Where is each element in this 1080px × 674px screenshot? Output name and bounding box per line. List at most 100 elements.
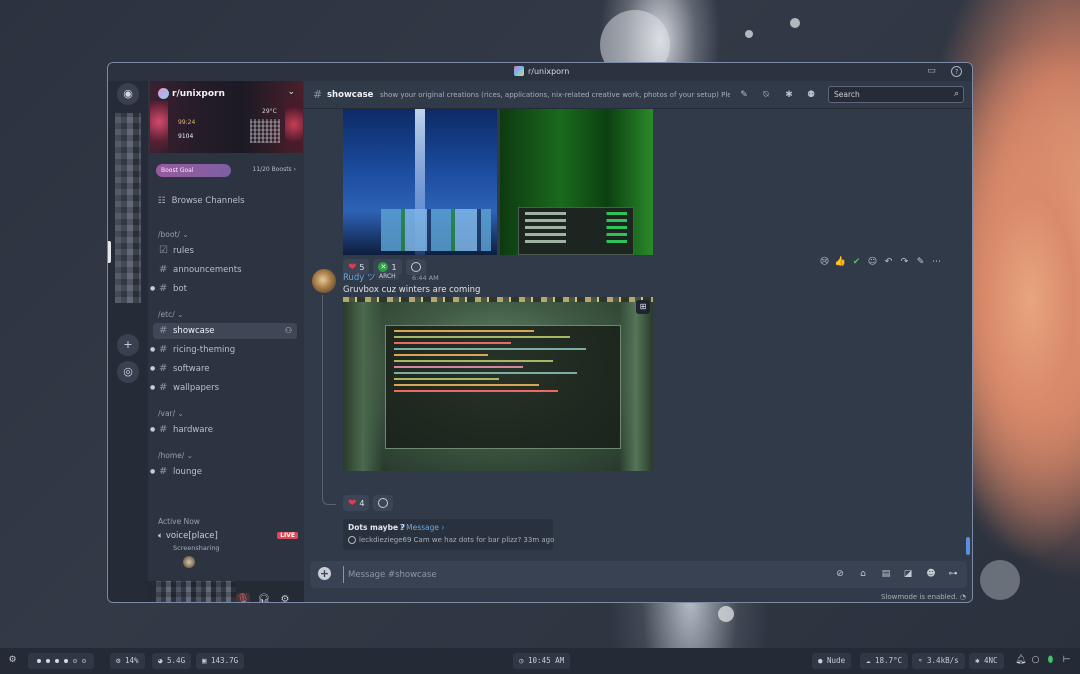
category-home[interactable]: /home/ ⌄ bbox=[158, 451, 193, 460]
network-widget[interactable]: ⌔ 3.4kB/s bbox=[912, 653, 965, 669]
clock-widget[interactable]: ◷ 10:45 AM bbox=[513, 653, 571, 669]
avatar[interactable] bbox=[312, 269, 336, 293]
channel-bot[interactable]: ● # bot bbox=[150, 281, 297, 297]
launcher-gear-icon[interactable]: ⚙ bbox=[7, 655, 18, 666]
no-gift-icon[interactable]: ⊘ bbox=[834, 568, 846, 580]
layout-icon[interactable]: ⊢ bbox=[1061, 655, 1072, 666]
voice-channel-active[interactable]: 🔈︎ voice[place] LIVE Screensharing bbox=[158, 531, 298, 568]
channel-topic[interactable]: show your original creations (rices, app… bbox=[380, 91, 730, 99]
gift-icon[interactable]: ⌂ bbox=[857, 568, 869, 580]
reaction-row: ❤ 4 bbox=[343, 495, 394, 511]
emoji-reaction-icon[interactable]: 😢 bbox=[818, 256, 831, 269]
attachment-image[interactable] bbox=[343, 109, 497, 255]
thread-name: Dots maybe ? bbox=[348, 523, 405, 532]
notifications-muted-icon[interactable]: ⍉ bbox=[760, 89, 772, 101]
help-icon[interactable]: ? bbox=[951, 66, 962, 77]
unread-dot-icon: ● bbox=[150, 426, 156, 433]
gif-icon[interactable]: ▤ bbox=[880, 568, 892, 580]
image-content bbox=[619, 297, 653, 471]
attachment-image[interactable]: ⊞ bbox=[343, 297, 653, 471]
headphones-icon[interactable]: 🎧︎ bbox=[257, 593, 271, 602]
mute-microphone-icon[interactable]: 🎙︎ bbox=[236, 593, 250, 602]
boost-goal[interactable]: Boost Goal 11/20 Boosts › bbox=[156, 164, 300, 177]
create-thread-icon[interactable]: ✎ bbox=[914, 256, 927, 269]
slowmode-notice: Slowmode is enabled. ◔ bbox=[881, 593, 966, 601]
unread-dot-icon: ● bbox=[150, 285, 156, 292]
channel-label: bot bbox=[173, 284, 187, 294]
voice-member-avatar[interactable] bbox=[183, 556, 195, 568]
message-author[interactable]: Rudy ツ bbox=[343, 271, 376, 283]
notification-bell-icon[interactable]: 🔔︎ bbox=[1015, 655, 1026, 666]
unread-dot-icon: ● bbox=[150, 365, 156, 372]
xbox-icon: ✕ bbox=[378, 262, 389, 272]
workspace-dot[interactable] bbox=[36, 659, 41, 663]
scrollbar-thumb[interactable] bbox=[966, 537, 970, 555]
add-reaction-button[interactable] bbox=[373, 495, 394, 511]
game-controller-icon[interactable]: ⊶ bbox=[947, 568, 959, 580]
category-var[interactable]: /var/ ⌄ bbox=[158, 409, 184, 418]
hash-icon: # bbox=[159, 363, 168, 374]
channel-label: lounge bbox=[173, 467, 202, 477]
thumbs-up-icon[interactable]: 👍 bbox=[834, 256, 847, 269]
wifi-icon: ⌔ bbox=[918, 656, 928, 665]
image-content bbox=[381, 209, 491, 251]
media-widget[interactable]: ● Nude bbox=[812, 653, 852, 669]
category-etc[interactable]: /etc/ ⌄ bbox=[158, 310, 183, 319]
server-banner[interactable]: r/unixporn ⌄ 99:24 9104 29°C bbox=[150, 81, 303, 153]
message-input[interactable] bbox=[343, 566, 813, 583]
chat-area: # showcase show your original creations … bbox=[304, 81, 972, 602]
pinned-messages-icon[interactable]: ✱ bbox=[783, 89, 795, 101]
settings-gear-icon[interactable]: ⚙ bbox=[278, 593, 292, 602]
reaction-count: 4 bbox=[359, 498, 365, 508]
channel-showcase[interactable]: # showcase ⚇ bbox=[153, 323, 297, 339]
chevron-down-icon[interactable]: ⌄ bbox=[287, 87, 295, 97]
workspace-dot[interactable] bbox=[63, 659, 68, 663]
channel-rules[interactable]: ☑ rules bbox=[153, 243, 297, 259]
network-speed: 3.4kB/s bbox=[927, 656, 959, 665]
banner-temperature: 29°C bbox=[262, 108, 277, 115]
channel-hardware[interactable]: ● # hardware bbox=[150, 422, 297, 438]
circle-status-icon[interactable]: ○ bbox=[1030, 655, 1041, 666]
inbox-icon[interactable]: ▭ bbox=[926, 66, 937, 77]
user-avatar-blurred[interactable] bbox=[156, 581, 236, 602]
category-boot[interactable]: /boot/ ⌄ bbox=[158, 230, 189, 239]
workspace-indicator[interactable] bbox=[28, 653, 94, 669]
more-options-icon[interactable]: ⋯ bbox=[930, 256, 943, 269]
bluetooth-widget[interactable]: ✱ 4NC bbox=[969, 653, 1004, 669]
add-reaction-button[interactable] bbox=[405, 259, 426, 275]
discord-home-icon[interactable]: ◉ bbox=[117, 83, 139, 105]
reply-icon[interactable]: ↶ bbox=[882, 256, 895, 269]
threads-icon[interactable]: ✎ bbox=[738, 89, 750, 101]
workspace-dot[interactable] bbox=[54, 659, 59, 663]
browse-channels[interactable]: ☷ Browse Channels bbox=[158, 196, 245, 206]
reaction-heart[interactable]: ❤ 4 bbox=[343, 495, 370, 511]
reaction-count: 1 bbox=[391, 262, 397, 272]
workspace-dot[interactable] bbox=[72, 659, 77, 663]
add-reaction-icon[interactable]: ☺ bbox=[866, 256, 879, 269]
disk-icon: ▣ bbox=[202, 656, 212, 665]
explore-servers-icon[interactable]: ◎ bbox=[117, 361, 139, 383]
upload-plus-icon[interactable]: + bbox=[318, 567, 331, 580]
emoji-icon[interactable]: ☻ bbox=[925, 568, 937, 580]
channel-lounge[interactable]: ● # lounge bbox=[150, 464, 297, 480]
thread-message-count[interactable]: 1 Message › bbox=[399, 523, 444, 532]
attachment-image[interactable] bbox=[500, 109, 653, 255]
channel-ricing-theming[interactable]: ● # ricing-theming bbox=[150, 342, 297, 358]
banner-decoration bbox=[150, 101, 168, 153]
workspace-dot[interactable] bbox=[81, 659, 86, 663]
channel-software[interactable]: ● # software bbox=[150, 361, 297, 377]
image-options-icon[interactable]: ⊞ bbox=[636, 300, 650, 314]
thread-preview[interactable]: Dots maybe ? 1 Message › leckdieziege69 … bbox=[343, 519, 554, 550]
banner-decoration bbox=[285, 96, 303, 153]
workspace-dot[interactable] bbox=[45, 659, 50, 663]
sticker-icon[interactable]: ◪ bbox=[902, 568, 914, 580]
search-input[interactable]: Search ⌕ bbox=[828, 86, 964, 103]
channel-announcements[interactable]: # announcements bbox=[153, 262, 297, 278]
member-list-icon[interactable]: ⚉ bbox=[805, 89, 817, 101]
add-server-icon[interactable]: + bbox=[117, 334, 139, 356]
forward-icon[interactable]: ↷ bbox=[898, 256, 911, 269]
shield-icon[interactable]: ⬮ bbox=[1045, 655, 1056, 666]
channel-wallpapers[interactable]: ● # wallpapers bbox=[150, 380, 297, 396]
check-mark-icon[interactable]: ✔ bbox=[850, 256, 863, 269]
add-member-icon[interactable]: ⚇ bbox=[285, 323, 292, 339]
